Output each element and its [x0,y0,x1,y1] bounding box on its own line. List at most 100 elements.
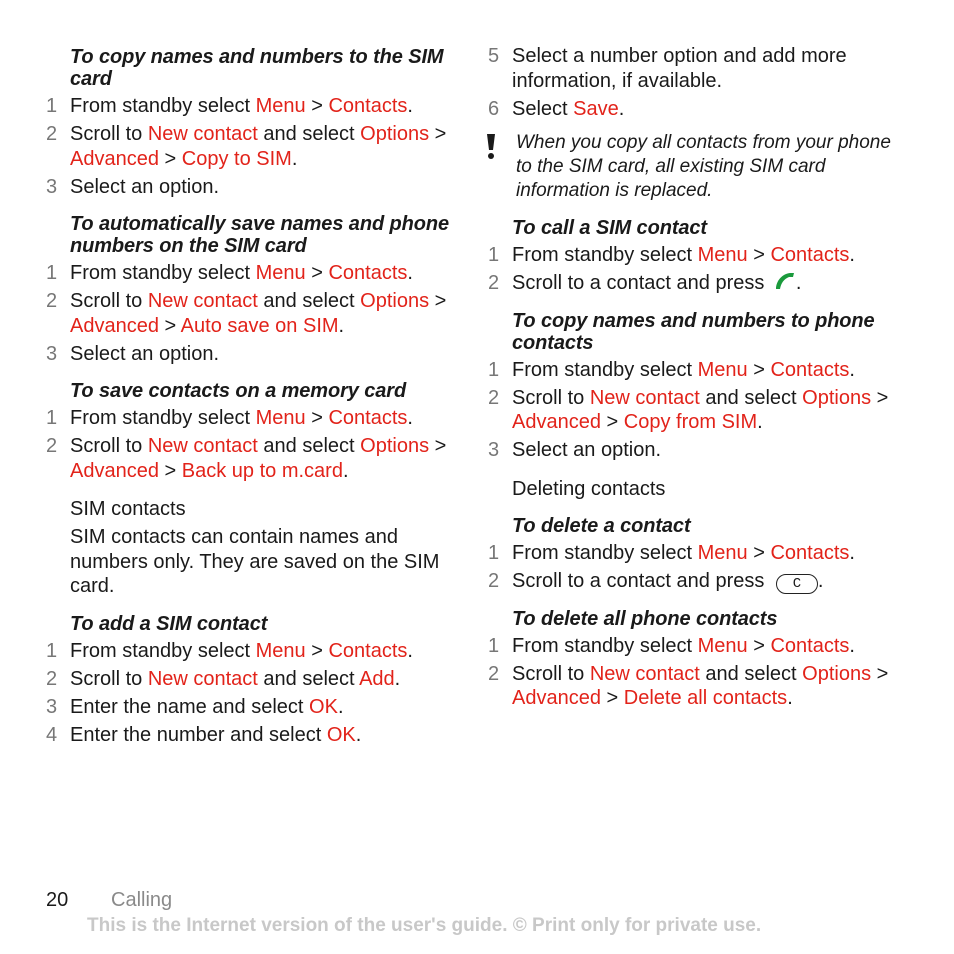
right-column: 5 Select a number option and add more inf… [487,44,908,714]
menu-path-item: New contact [147,435,258,457]
heading-auto-save: To automatically save names and phone nu… [70,213,450,257]
step-number: 1 [46,262,58,284]
step-item: 3 Select an option. [46,342,456,367]
menu-path-item: Menu [697,244,748,266]
step-text: From standby select [512,244,698,266]
menu-path-item: Contacts [770,244,850,266]
step-text: Scroll to [70,290,148,312]
step-text: > [871,386,889,409]
step-number: 3 [488,439,500,461]
step-text: . [849,244,855,266]
menu-path-item: Add [359,667,395,690]
step-number: 1 [46,407,58,429]
step-text: > [429,435,447,457]
step-item: 3 Enter the name and select OK. [46,695,456,720]
step-text: and select [699,662,803,685]
step-text: Select an option. [70,175,219,198]
menu-path-item: Advanced [70,459,159,482]
menu-path-item: Advanced [70,314,159,337]
step-text: Enter the name and select [70,695,310,718]
exclamation-icon [487,134,495,159]
step-item: 6 Select Save. [488,97,908,122]
menu-path-item: Menu [697,634,748,657]
menu-path-item: Contacts [770,358,850,381]
menu-path-item: Menu [255,639,306,662]
step-text: Scroll to [512,386,590,409]
step-item: 1 From standby select Menu > Contacts. [46,261,456,286]
heading-call-sim-contact: To call a SIM contact [512,217,707,239]
step-item: 2 Scroll to New contact and select Option… [46,434,456,483]
step-text: . [787,687,793,709]
step-text: Select an option. [70,342,219,365]
step-number: 2 [488,662,500,685]
step-text: > [158,314,181,337]
menu-path-item: Back up to m.card [181,459,343,482]
step-number: 2 [46,667,58,690]
menu-path-item: Options [360,435,430,457]
step-item: 5 Select a number option and add more inf… [488,44,908,93]
step-item: 2 Scroll to New contact and select Option… [46,122,456,171]
step-text: . [757,411,763,433]
step-text: . [849,634,855,657]
menu-path-item: Options [802,386,872,409]
step-text: . [849,358,855,381]
step-text: > [600,687,624,709]
step-item: 2 Scroll to New contact and select Option… [488,386,908,435]
step-text: . [817,569,824,592]
steps-add-sim-contact: 1 From standby select Menu > Contacts. 2 Sc… [46,639,456,748]
step-text: and select [257,667,360,690]
steps-auto-save: 1 From standby select Menu > Contacts. 2 Sc… [46,261,456,366]
heading-delete-contact: To delete a contact [512,514,691,537]
step-number: 3 [46,695,58,718]
steps-call-sim-contact: 1 From standby select Menu > Contacts. 2 Sc… [488,243,908,296]
step-text: . [291,147,298,170]
step-text: Scroll to a contact and press [512,272,770,294]
step-number: 2 [46,435,58,457]
step-number: 3 [46,342,58,365]
step-text: Enter the number and select [70,723,327,746]
step-text: . [394,667,401,690]
step-text: and select [699,386,803,409]
menu-path-item: Options [360,123,430,145]
call-key-icon [775,273,794,289]
heading-copy-to-sim: To copy names and numbers to the SIM car… [70,46,444,90]
menu-path-item: Auto save on SIM [180,314,339,337]
menu-path-item: New contact [589,662,700,685]
step-item: 2 Scroll to a contact and press . [488,271,908,296]
step-number: 1 [488,541,500,564]
step-item: 2 Scroll to New contact and select Option… [488,662,908,711]
heading-add-sim-contact: To add a SIM contact [70,612,268,635]
menu-path-item: New contact [147,667,258,690]
menu-path-item: Contacts [328,95,408,117]
step-item: 1 From standby select Menu > Contacts. [488,541,908,566]
menu-path-item: New contact [147,290,258,312]
step-text: > [158,147,182,170]
menu-path-item: Menu [255,262,306,284]
step-text: . [407,639,413,662]
step-text: and select [257,435,361,457]
step-text: > [600,411,624,433]
heading-memory-card: To save contacts on a memory card [70,380,407,402]
step-text: > [429,123,447,145]
section-title-sim-contacts: SIM contacts [70,498,186,520]
menu-path-item: Menu [697,541,748,564]
menu-path-item: Contacts [770,541,850,564]
step-item: 4 Enter the number and select OK. [46,723,456,748]
step-item: 1 From standby select Menu > Contacts. [46,406,456,431]
step-text: Scroll to a contact and press [512,569,770,592]
step-text: > [158,459,182,482]
step-text: > [305,639,329,662]
warning-note: When you copy all contacts from your pho… [487,131,908,203]
step-text: and select [257,123,361,145]
step-text: . [338,314,345,337]
menu-path-item: Menu [697,358,748,381]
step-text: . [407,407,413,429]
menu-path-item: Menu [255,95,306,117]
step-text: . [337,695,344,718]
step-text: and select [257,290,361,312]
step-text: From standby select [512,634,698,657]
step-number: 1 [46,95,58,117]
step-text: Select an option. [512,439,661,461]
step-text: Scroll to [512,662,590,685]
steps-copy-to-phone: 1 From standby select Menu > Contacts. 2 Sc… [488,358,908,463]
